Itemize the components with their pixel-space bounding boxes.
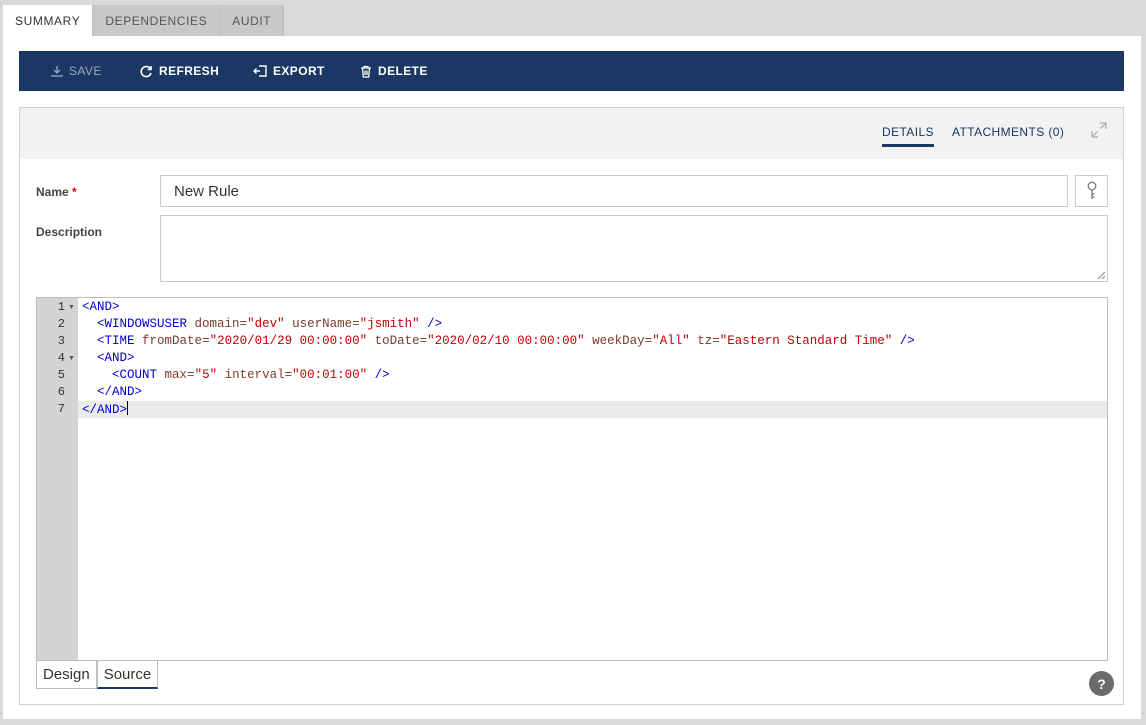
required-asterisk: * [72, 185, 77, 199]
export-label: EXPORT [273, 64, 325, 78]
fold-arrow-icon[interactable]: ▼ [68, 299, 75, 316]
refresh-icon [140, 65, 152, 77]
description-field[interactable] [160, 215, 1108, 282]
line-number: 3 [57, 334, 65, 348]
export-icon [253, 65, 267, 77]
tab-dependencies[interactable]: DEPENDENCIES [93, 5, 221, 36]
tab-attachments[interactable]: ATTACHMENTS (0) [952, 125, 1064, 139]
rule-panel: DETAILS ATTACHMENTS (0) Name * Descripti… [19, 107, 1124, 705]
tab-details[interactable]: DETAILS [882, 125, 934, 147]
code-line: <AND> [97, 351, 135, 365]
toolbar: SAVE REFRESH EXPORT DELETE [19, 51, 1124, 91]
delete-button[interactable]: DELETE [360, 51, 428, 91]
code-line: </AND> [97, 385, 143, 399]
code-editor[interactable]: 1 ▼ 2 3 4 ▼ 5 6 7 <AND> <WINDOWSUSER dom… [36, 297, 1108, 661]
line-number: 4 [57, 351, 65, 365]
download-icon [51, 66, 63, 77]
panel-header: DETAILS ATTACHMENTS (0) [20, 108, 1123, 159]
line-number: 6 [57, 385, 65, 399]
text-caret [127, 401, 129, 415]
code-line: <AND> [82, 300, 120, 314]
name-label: Name * [36, 185, 77, 199]
line-number: 2 [57, 317, 65, 331]
code-line: <COUNT max="5" interval="00:01:00" /> [112, 368, 390, 382]
line-number-gutter: 1 ▼ 2 3 4 ▼ 5 6 7 [37, 298, 78, 660]
save-label: SAVE [69, 64, 102, 78]
tab-audit[interactable]: AUDIT [220, 5, 285, 36]
refresh-button[interactable]: REFRESH [140, 51, 219, 91]
code-line-current: </AND> [78, 401, 1107, 418]
app-frame: SUMMARY DEPENDENCIES AUDIT SAVE REFRESH … [0, 0, 1146, 725]
name-input[interactable] [160, 175, 1068, 207]
tab-source[interactable]: Source [96, 661, 159, 689]
editor-mode-tabs: Design Source [36, 661, 159, 689]
summary-content: SAVE REFRESH EXPORT DELETE DETAILS ATTAC… [3, 36, 1141, 719]
key-icon [1087, 181, 1096, 199]
resize-grip-icon[interactable] [1097, 271, 1106, 280]
expand-icon[interactable] [1090, 121, 1108, 139]
tab-design[interactable]: Design [36, 661, 97, 689]
top-tabs: SUMMARY DEPENDENCIES AUDIT [3, 5, 285, 36]
fold-arrow-icon[interactable]: ▼ [68, 350, 75, 367]
description-label: Description [36, 225, 103, 239]
code-line: <WINDOWSUSER domain="dev" userName="jsmi… [97, 317, 443, 331]
line-number: 7 [57, 402, 65, 416]
key-button[interactable] [1075, 175, 1108, 207]
export-button[interactable]: EXPORT [253, 51, 325, 91]
tab-summary[interactable]: SUMMARY [3, 5, 94, 36]
help-icon[interactable]: ? [1089, 671, 1114, 696]
trash-icon [361, 65, 371, 78]
refresh-label: REFRESH [159, 64, 220, 78]
delete-label: DELETE [378, 64, 428, 78]
save-button[interactable]: SAVE [51, 51, 102, 91]
code-line: <TIME fromDate="2020/01/29 00:00:00" toD… [97, 334, 915, 348]
line-number: 5 [57, 368, 65, 382]
code-area[interactable]: <AND> <WINDOWSUSER domain="dev" userName… [78, 298, 1107, 660]
line-number: 1 [57, 300, 65, 314]
name-label-text: Name [36, 185, 69, 199]
